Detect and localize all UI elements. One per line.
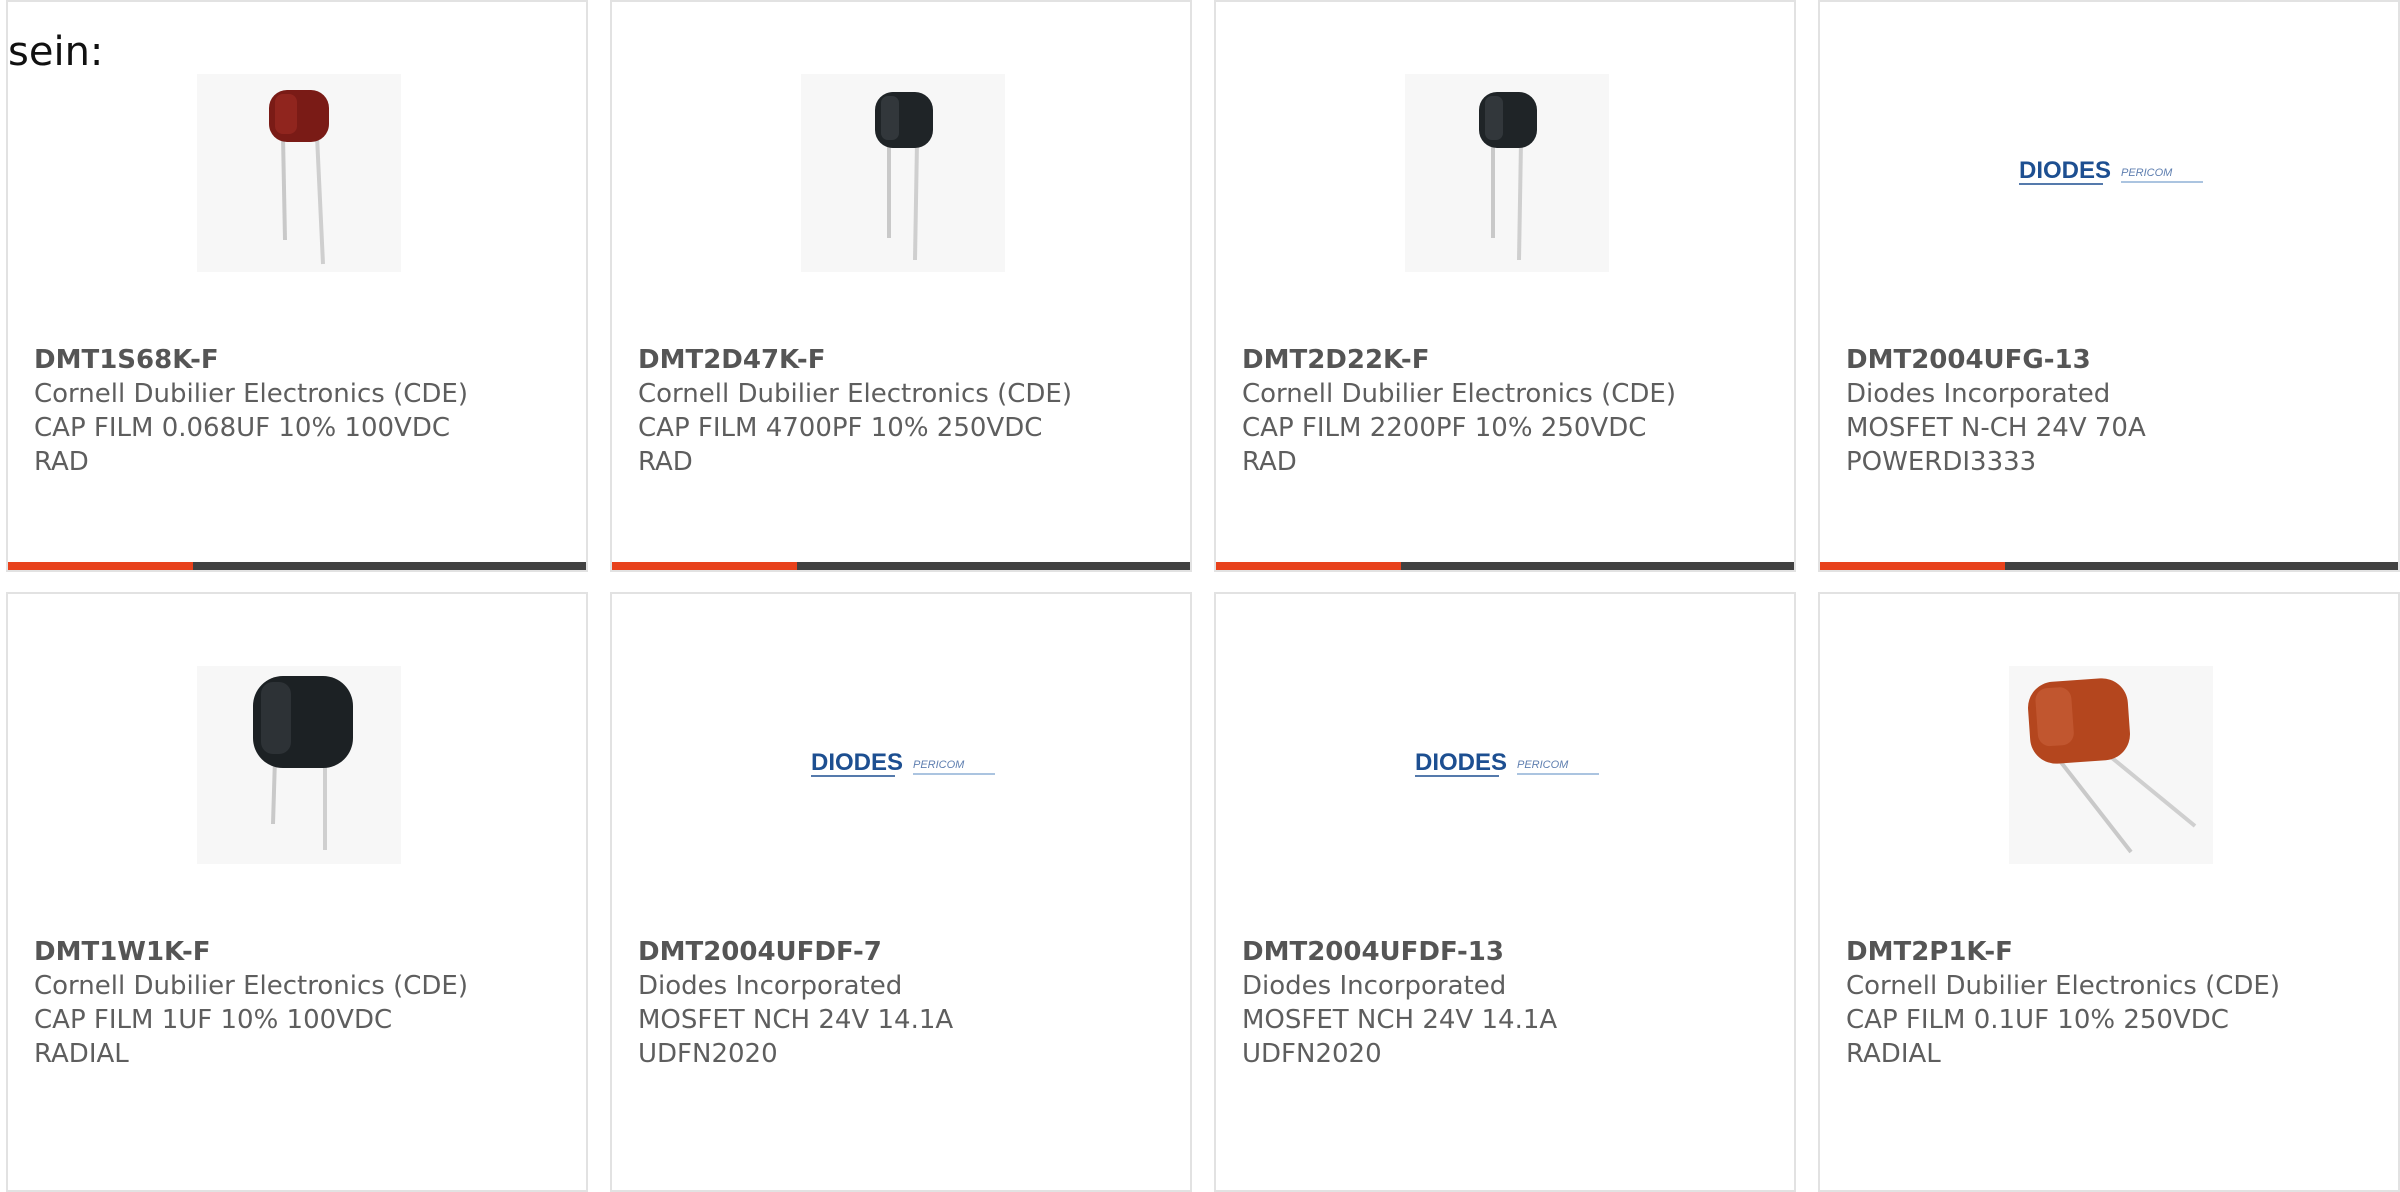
progress-bar-fill bbox=[1216, 562, 1401, 570]
diodes-logo-text: DIODES bbox=[1415, 749, 1507, 776]
diodes-pericom-logo-image[interactable]: DIODES PERICOM bbox=[801, 666, 1005, 864]
pericom-logo-text: PERICOM bbox=[913, 759, 965, 771]
manufacturer: Cornell Dubilier Electronics (CDE) bbox=[638, 379, 1072, 409]
pericom-logo-text: PERICOM bbox=[2121, 167, 2173, 179]
manufacturer: Diodes Incorporated bbox=[1846, 379, 2111, 409]
description-package: POWERDI3333 bbox=[1846, 447, 2037, 477]
part-number-link[interactable]: DMT2P1K-F bbox=[1846, 935, 2386, 969]
progress-bar bbox=[1820, 562, 2398, 570]
intro-text: sein: bbox=[8, 29, 104, 75]
product-card[interactable]: DMT1W1K-F Cornell Dubilier Electronics (… bbox=[6, 592, 588, 1192]
description: CAP FILM 1UF 10% 100VDC bbox=[34, 1005, 393, 1035]
part-number-link[interactable]: DMT2D47K-F bbox=[638, 343, 1178, 377]
description-package: RADIAL bbox=[1846, 1039, 1941, 1069]
progress-bar-fill bbox=[8, 562, 193, 570]
progress-bar-fill bbox=[612, 562, 797, 570]
description: CAP FILM 4700PF 10% 250VDC bbox=[638, 413, 1043, 443]
description: MOSFET NCH 24V 14.1A bbox=[1242, 1005, 1558, 1035]
product-card[interactable]: DIODES PERICOM DMT2004UFDF-13 Diodes Inc… bbox=[1214, 592, 1796, 1192]
manufacturer: Cornell Dubilier Electronics (CDE) bbox=[1846, 971, 2280, 1001]
description-package: RAD bbox=[34, 447, 89, 477]
black-film-capacitor-image[interactable] bbox=[801, 74, 1005, 272]
part-number-link[interactable]: DMT2004UFDF-13 bbox=[1242, 935, 1782, 969]
description-package: RAD bbox=[1242, 447, 1297, 477]
description-package: RAD bbox=[638, 447, 693, 477]
product-card[interactable]: DMT2P1K-F Cornell Dubilier Electronics (… bbox=[1818, 592, 2400, 1192]
product-card[interactable]: DIODES PERICOM DMT2004UFG-13 Diodes Inco… bbox=[1818, 0, 2400, 572]
product-card[interactable]: DMT2D47K-F Cornell Dubilier Electronics … bbox=[610, 0, 1192, 572]
part-number-link[interactable]: DMT1W1K-F bbox=[34, 935, 574, 969]
black-film-capacitor-image[interactable] bbox=[1405, 74, 1609, 272]
pericom-logo-text: PERICOM bbox=[1517, 759, 1569, 771]
description-package: UDFN2020 bbox=[1242, 1039, 1382, 1069]
diodes-pericom-logo-image[interactable]: DIODES PERICOM bbox=[1405, 666, 1609, 864]
part-number-link[interactable]: DMT1S68K-F bbox=[34, 343, 574, 377]
black-film-capacitor-large-image[interactable] bbox=[197, 666, 401, 864]
diodes-pericom-logo-image[interactable]: DIODES PERICOM bbox=[2009, 74, 2213, 272]
part-number-link[interactable]: DMT2D22K-F bbox=[1242, 343, 1782, 377]
red-film-capacitor-image[interactable] bbox=[197, 74, 401, 272]
progress-bar bbox=[8, 562, 586, 570]
manufacturer: Cornell Dubilier Electronics (CDE) bbox=[34, 971, 468, 1001]
part-number-link[interactable]: DMT2004UFG-13 bbox=[1846, 343, 2386, 377]
description-package: UDFN2020 bbox=[638, 1039, 778, 1069]
product-card[interactable]: DMT1S68K-F Cornell Dubilier Electronics … bbox=[6, 0, 588, 572]
description: CAP FILM 0.1UF 10% 250VDC bbox=[1846, 1005, 2229, 1035]
description: MOSFET NCH 24V 14.1A bbox=[638, 1005, 954, 1035]
product-card[interactable]: DMT2D22K-F Cornell Dubilier Electronics … bbox=[1214, 0, 1796, 572]
diodes-logo-text: DIODES bbox=[2019, 157, 2111, 184]
manufacturer: Diodes Incorporated bbox=[1242, 971, 1507, 1001]
manufacturer: Cornell Dubilier Electronics (CDE) bbox=[1242, 379, 1676, 409]
diodes-logo-text: DIODES bbox=[811, 749, 903, 776]
description: MOSFET N-CH 24V 70A bbox=[1846, 413, 2146, 443]
orange-film-capacitor-image[interactable] bbox=[2009, 666, 2213, 864]
description-package: RADIAL bbox=[34, 1039, 129, 1069]
manufacturer: Cornell Dubilier Electronics (CDE) bbox=[34, 379, 468, 409]
description: CAP FILM 2200PF 10% 250VDC bbox=[1242, 413, 1647, 443]
description: CAP FILM 0.068UF 10% 100VDC bbox=[34, 413, 451, 443]
part-number-link[interactable]: DMT2004UFDF-7 bbox=[638, 935, 1178, 969]
progress-bar bbox=[612, 562, 1190, 570]
progress-bar bbox=[1216, 562, 1794, 570]
product-card[interactable]: DIODES PERICOM DMT2004UFDF-7 Diodes Inco… bbox=[610, 592, 1192, 1192]
manufacturer: Diodes Incorporated bbox=[638, 971, 903, 1001]
progress-bar-fill bbox=[1820, 562, 2005, 570]
